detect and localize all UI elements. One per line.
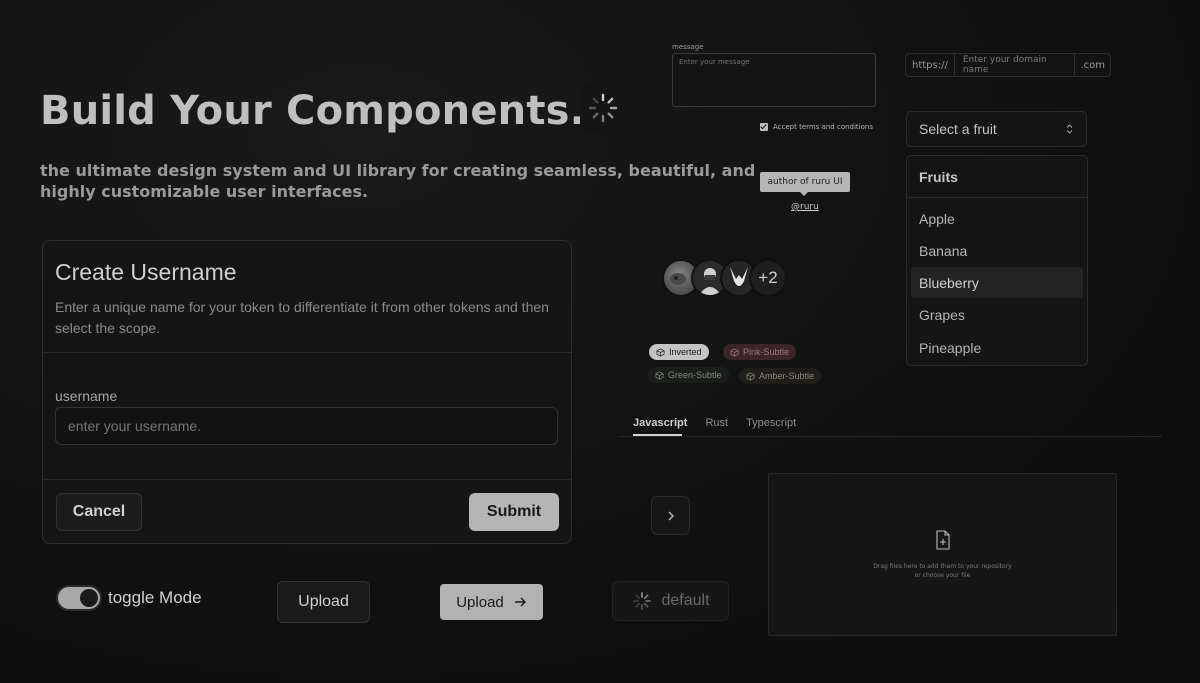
tab-rust[interactable]: Rust: [705, 417, 728, 429]
page-title: Build Your Components.: [40, 88, 586, 134]
divider: [907, 197, 1087, 198]
choose-file-link[interactable]: or choose your file: [873, 571, 1011, 580]
badge-label: Amber-Subtle: [759, 371, 815, 381]
domain-suffix: .com: [1080, 59, 1105, 71]
upload-outline-button[interactable]: Upload: [277, 581, 370, 623]
username-label: username: [55, 388, 118, 404]
tooltip-arrow: [800, 192, 808, 196]
upload-label: Upload: [456, 593, 504, 611]
avatar-group: +2: [662, 259, 787, 297]
card-title: Create Username: [55, 259, 237, 285]
toggle-knob: [80, 589, 98, 607]
language-tabs: Javascript Rust Typescript: [633, 417, 796, 429]
terms-checkbox[interactable]: [760, 123, 768, 131]
spinner-icon: [633, 592, 652, 610]
badge-green-subtle: Green-Subtle: [648, 367, 729, 383]
author-link[interactable]: @ruru: [791, 202, 819, 212]
option-blueberry[interactable]: Blueberry: [911, 267, 1083, 298]
fruit-select-menu: Fruits Apple Banana Blueberry Grapes Pin…: [906, 155, 1088, 366]
loading-spinner: [580, 85, 628, 131]
tab-typescript[interactable]: Typescript: [746, 417, 796, 429]
terms-checkbox-row[interactable]: Accept terms and conditions: [760, 123, 873, 131]
option-apple[interactable]: Apple: [911, 203, 1083, 234]
option-grapes[interactable]: Grapes: [911, 299, 1083, 330]
username-input[interactable]: [55, 407, 558, 445]
tabs-divider: [618, 436, 1162, 437]
badge-amber-subtle: Amber-Subtle: [739, 368, 822, 384]
file-dropzone[interactable]: Drag files here to add them to your repo…: [768, 473, 1117, 636]
badge-label: Inverted: [669, 347, 702, 357]
badge-pink-subtle: Pink-Subtle: [723, 344, 797, 360]
file-plus-icon: [935, 529, 950, 550]
cube-icon: [746, 371, 755, 381]
toggle-label: toggle Mode: [108, 588, 202, 607]
toggle-switch[interactable]: [56, 585, 102, 611]
arrow-right-icon: [514, 597, 526, 607]
message-label: message: [672, 43, 704, 51]
select-value: Select a fruit: [919, 121, 997, 137]
badge-label: Green-Subtle: [668, 370, 722, 380]
tab-javascript[interactable]: Javascript: [633, 417, 687, 429]
spinner-icon: [588, 93, 618, 123]
cube-icon: [656, 347, 665, 357]
cube-icon: [730, 347, 739, 357]
option-banana[interactable]: Banana: [911, 235, 1083, 266]
chevron-right-icon: [668, 511, 674, 520]
dropzone-line: Drag files here to add them to your repo…: [873, 562, 1012, 570]
menu-group-label: Fruits: [919, 169, 958, 185]
tooltip: author of ruru UI: [760, 172, 850, 192]
domain-prefix: https://: [906, 54, 955, 76]
more-avatars-count[interactable]: +2: [749, 259, 787, 297]
terms-label: Accept terms and conditions: [773, 123, 873, 131]
upload-button[interactable]: Upload: [440, 584, 543, 620]
next-button[interactable]: [651, 496, 690, 535]
domain-input[interactable]: Enter your domain name: [955, 54, 1076, 76]
fruit-select[interactable]: Select a fruit: [906, 111, 1087, 147]
domain-input-group: https:// Enter your domain name .com: [905, 53, 1111, 77]
cube-icon: [655, 370, 664, 380]
create-username-card: Create Username Enter a unique name for …: [42, 240, 572, 544]
badge-inverted: Inverted: [649, 344, 709, 360]
dropzone-text: Drag files here to add them to your repo…: [873, 562, 1011, 580]
default-loading-button[interactable]: default: [612, 581, 729, 621]
option-pineapple[interactable]: Pineapple: [911, 332, 1083, 363]
divider: [43, 352, 571, 353]
submit-button[interactable]: Submit: [469, 493, 559, 531]
chevron-up-down-icon: [1066, 124, 1073, 134]
message-textarea[interactable]: [672, 53, 876, 107]
cancel-button[interactable]: Cancel: [56, 493, 142, 531]
toggle-mode[interactable]: toggle Mode: [56, 585, 202, 611]
badge-label: Pink-Subtle: [743, 347, 790, 357]
page-subtitle: the ultimate design system and UI librar…: [40, 161, 756, 201]
divider: [43, 479, 571, 480]
default-label: default: [661, 592, 710, 609]
card-description: Enter a unique name for your token to di…: [55, 299, 549, 336]
